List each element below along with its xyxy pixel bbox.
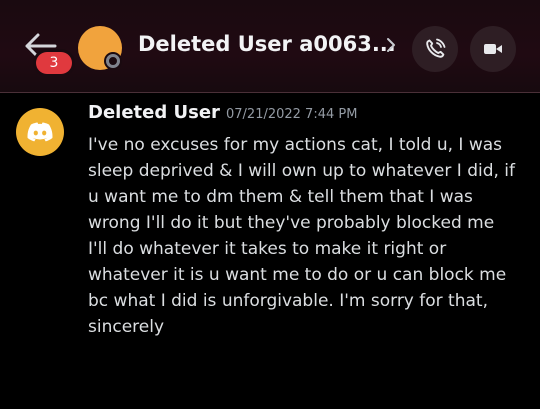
- message-paragraph: I've no excuses for my actions cat, I to…: [88, 135, 516, 233]
- discord-logo-icon: [27, 122, 53, 142]
- avatar[interactable]: [16, 108, 64, 156]
- unread-badge: 3: [36, 52, 72, 74]
- phone-call-icon: [426, 38, 446, 58]
- chevron-right-icon[interactable]: [384, 36, 398, 54]
- video-camera-icon: [484, 44, 502, 54]
- back-button[interactable]: 3: [14, 22, 72, 84]
- message[interactable]: Deleted User 07/21/2022 7:44 PM I've no …: [0, 92, 540, 409]
- offline-status-icon: [106, 54, 120, 68]
- message-timestamp: 07/21/2022 7:44 PM: [226, 107, 358, 122]
- status-indicator: [104, 52, 122, 70]
- dm-screen: 3 Deleted User a0063... Deleted User 07/…: [0, 0, 540, 409]
- video-call-button[interactable]: [470, 26, 516, 72]
- page-title[interactable]: Deleted User a0063...: [138, 32, 396, 56]
- message-author[interactable]: Deleted User: [88, 102, 220, 123]
- dm-header: 3 Deleted User a0063...: [0, 0, 540, 93]
- voice-call-button[interactable]: [412, 26, 458, 72]
- message-paragraph: I'll do whatever it takes to make it rig…: [88, 239, 507, 337]
- message-content: I've no excuses for my actions cat, I to…: [88, 132, 528, 340]
